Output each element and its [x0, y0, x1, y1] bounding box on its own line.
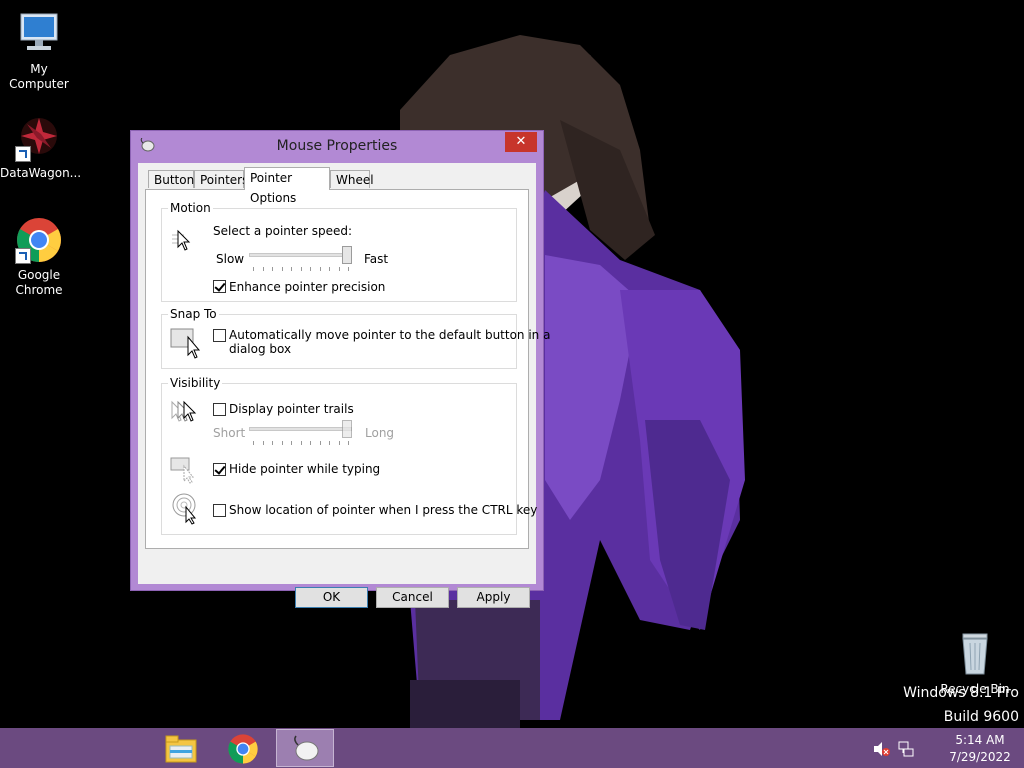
pointer-trails-ticks: [253, 441, 349, 445]
auto-move-pointer-label-line2: dialog box: [229, 342, 292, 356]
slider-tick: [310, 267, 311, 271]
snap-to-group: Snap To Automatically move pointer to th…: [161, 307, 550, 369]
slider-tick: [253, 267, 254, 271]
slider-tick: [348, 441, 349, 445]
taskbar-file-explorer[interactable]: [153, 729, 209, 767]
tab-buttons[interactable]: Buttons: [148, 170, 200, 188]
pointer-speed-slider-track: [249, 253, 352, 257]
slider-tick: [272, 267, 273, 271]
slider-tick: [329, 267, 330, 271]
pointer-trails-slider-thumb: [342, 420, 352, 438]
recycle-bin-icon: [951, 630, 999, 678]
slider-tick: [281, 267, 283, 271]
chrome-icon: [15, 216, 63, 264]
tab-wheel[interactable]: Wheel: [330, 170, 374, 188]
shortcut-arrow-icon: [15, 248, 31, 264]
hide-pointer-icon: [170, 456, 198, 487]
shortcut-arrow-icon: [15, 146, 31, 162]
visibility-group: Visibility Display pointer trails Short …: [161, 376, 537, 535]
pointer-speed-icon: [172, 229, 198, 256]
enhance-precision-checkbox[interactable]: [213, 280, 226, 293]
fast-label: Fast: [364, 252, 389, 266]
volume-muted-icon[interactable]: [873, 741, 891, 760]
slider-tick: [262, 441, 264, 445]
slow-label: Slow: [216, 252, 245, 266]
long-label: Long: [365, 426, 395, 440]
my-computer-desktop-icon[interactable]: My Computer: [0, 10, 78, 92]
pointer-speed-label: Select a pointer speed:: [213, 224, 353, 238]
auto-move-pointer-checkbox[interactable]: [213, 329, 226, 342]
chrome-icon: [227, 733, 259, 768]
slider-tick: [319, 267, 321, 271]
pointer-options-panel: Motion Select a pointer speed: Slow Fast…: [145, 189, 550, 549]
slider-tick: [338, 267, 340, 271]
show-location-icon: [172, 493, 200, 528]
motion-group: Motion Select a pointer speed: Slow Fast…: [161, 201, 517, 302]
taskbar: 5:14 AM 7/29/2022: [0, 728, 1024, 768]
snap-to-group-label: Snap To: [168, 307, 219, 321]
file-explorer-icon: [165, 734, 197, 767]
mouse-icon: [289, 735, 321, 766]
pointer-trails-icon: [170, 400, 204, 429]
dialog-title: Mouse Properties: [276, 138, 398, 154]
show-location-label: Show location of pointer when I press th…: [229, 503, 538, 517]
pointer-speed-slider-thumb[interactable]: [342, 246, 352, 264]
hide-pointer-label: Hide pointer while typing: [229, 462, 381, 476]
pointer-trails-checkbox[interactable]: [213, 403, 226, 416]
close-button[interactable]: ✕: [505, 132, 537, 152]
computer-icon: [15, 10, 63, 58]
motion-group-label: Motion: [168, 201, 213, 215]
slider-tick: [338, 441, 340, 445]
my-computer-label: My Computer: [9, 62, 69, 91]
pointer-speed-ticks: [253, 267, 349, 271]
datawagon-desktop-icon[interactable]: DataWagon...: [0, 114, 82, 181]
slider-tick: [300, 441, 302, 445]
slider-tick: [300, 267, 302, 271]
taskbar-mouse-properties[interactable]: [276, 729, 334, 767]
clock-time[interactable]: 5:14 AM: [950, 733, 1010, 747]
slider-tick: [281, 441, 283, 445]
apply-button[interactable]: Apply: [457, 587, 530, 608]
datawagon-label: DataWagon...: [0, 166, 82, 180]
ok-button[interactable]: OK: [295, 587, 368, 608]
tab-pointers[interactable]: Pointers: [194, 170, 248, 188]
slider-tick: [291, 441, 292, 445]
slider-tick: [310, 441, 311, 445]
slider-tick: [348, 267, 349, 271]
short-label: Short: [213, 426, 246, 440]
google-chrome-desktop-icon[interactable]: Google Chrome: [0, 216, 78, 298]
google-chrome-label: Google Chrome: [15, 268, 63, 297]
windows-build-watermark: Build 9600: [943, 709, 1019, 725]
visibility-group-label: Visibility: [168, 376, 223, 390]
taskbar-google-chrome[interactable]: [215, 729, 271, 767]
slider-tick: [319, 441, 321, 445]
dialog-client-area: Buttons Pointers Pointer Options Wheel M…: [138, 163, 550, 608]
datawagon-icon: [15, 114, 63, 162]
tab-pointer-options[interactable]: Pointer Options: [244, 167, 330, 205]
mouse-properties-dialog: Mouse Properties ✕ Buttons Pointers Poin…: [130, 130, 550, 608]
slider-tick: [291, 267, 292, 271]
show-location-checkbox[interactable]: [213, 504, 226, 517]
slider-tick: [329, 441, 330, 445]
pointer-trails-label: Display pointer trails: [229, 402, 354, 416]
snap-to-icon: [170, 327, 202, 362]
windows-edition-watermark: Windows 8.1 Pro: [903, 685, 1019, 701]
slider-tick: [253, 441, 254, 445]
dialog-titlebar[interactable]: Mouse Properties ✕: [131, 131, 543, 161]
slider-tick: [272, 441, 273, 445]
slider-tick: [262, 267, 264, 271]
pointer-trails-slider-track: [249, 427, 352, 431]
enhance-precision-label: Enhance pointer precision: [229, 280, 386, 294]
network-icon[interactable]: [898, 741, 914, 760]
auto-move-pointer-label-line1: Automatically move pointer to the defaul…: [229, 328, 551, 342]
cancel-button[interactable]: Cancel: [376, 587, 449, 608]
hide-pointer-checkbox[interactable]: [213, 463, 226, 476]
clock-date[interactable]: 7/29/2022: [945, 750, 1015, 764]
